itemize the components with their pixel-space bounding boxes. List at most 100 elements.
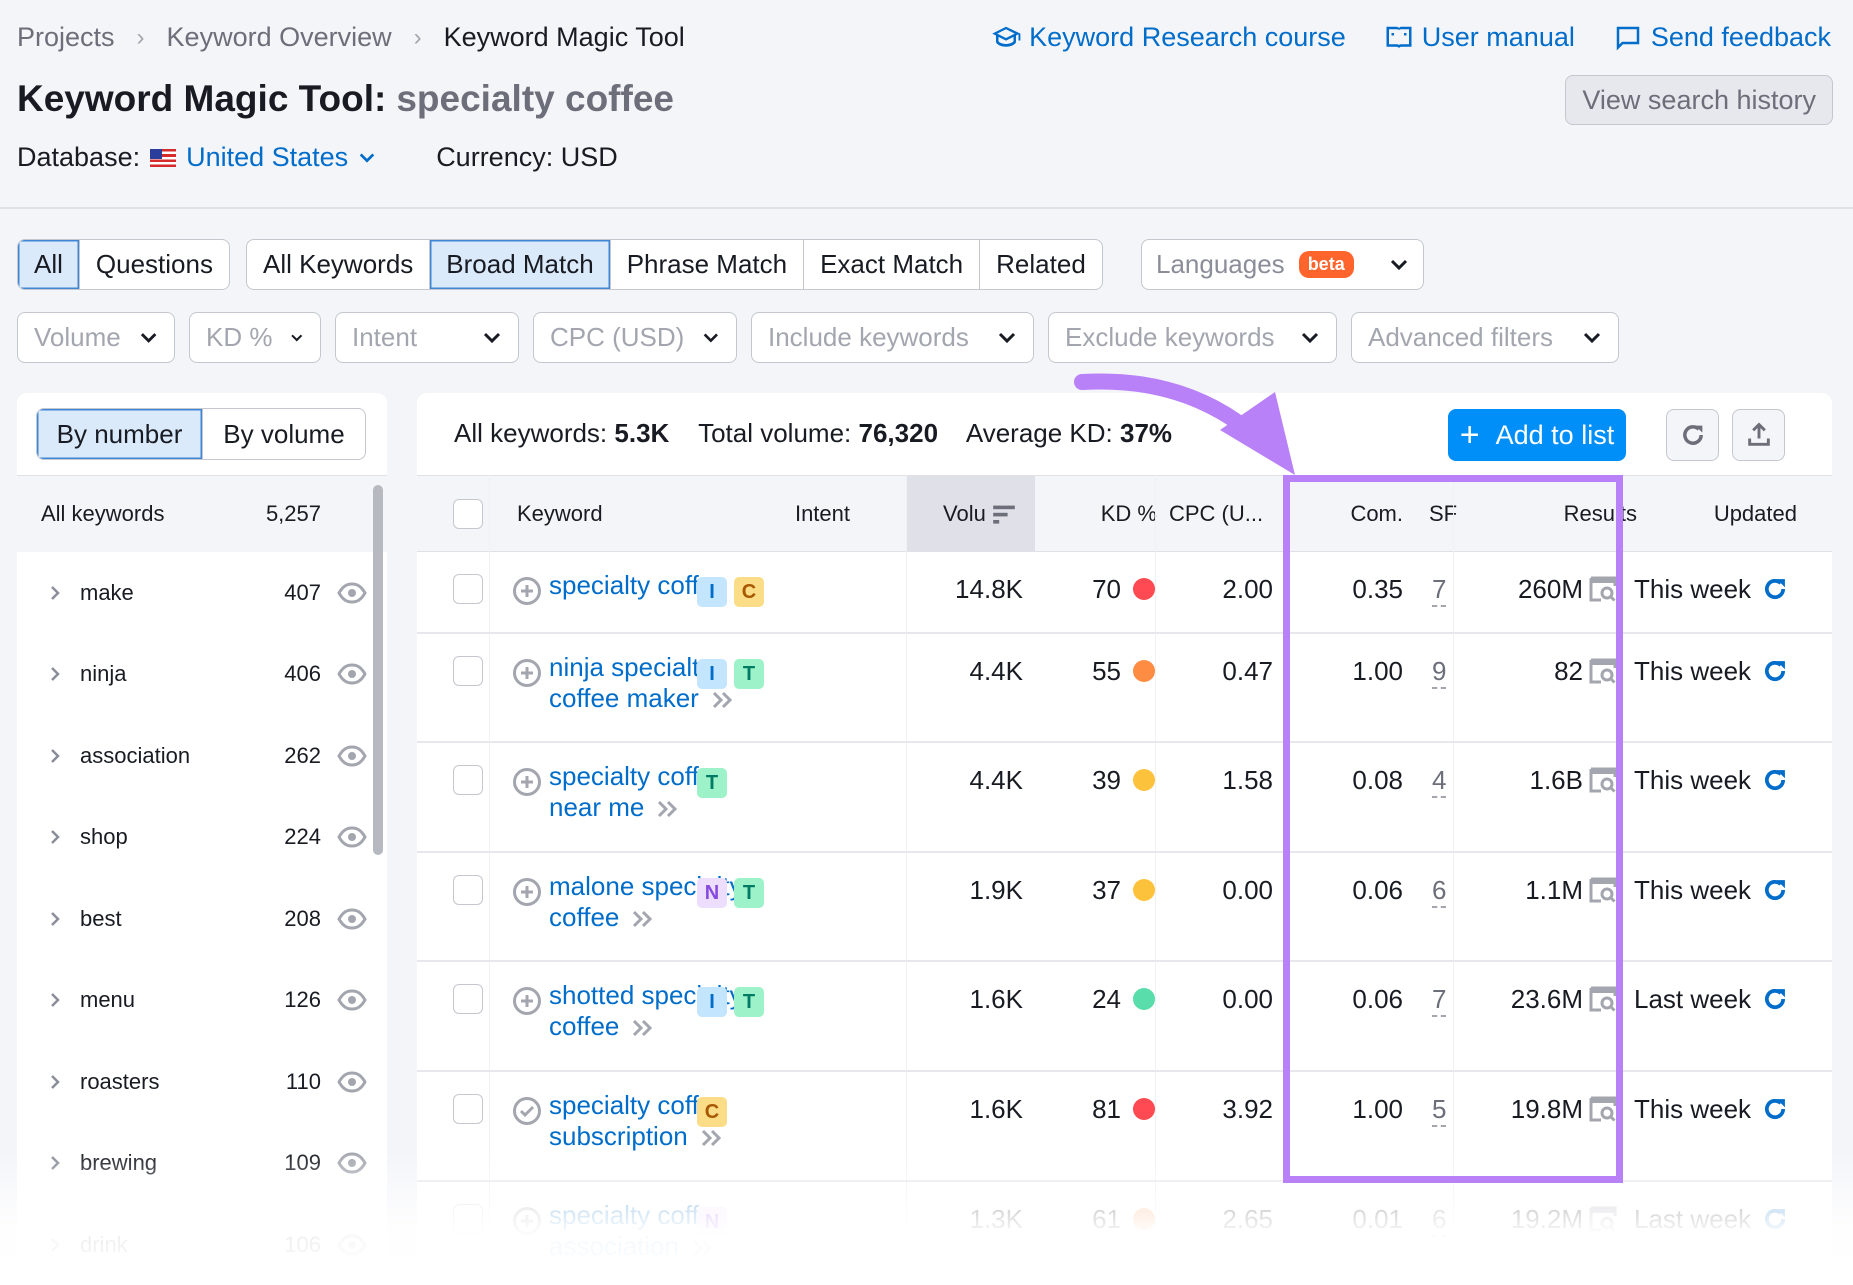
- languages-dropdown[interactable]: Languages beta: [1141, 239, 1424, 290]
- serp-preview-icon[interactable]: [1589, 658, 1617, 684]
- keyword-link[interactable]: specialty coffee subscription: [549, 1090, 779, 1152]
- serp-features-link[interactable]: 7: [1432, 984, 1447, 1017]
- added-check-icon[interactable]: [512, 1096, 542, 1126]
- serp-features-link[interactable]: 6: [1432, 875, 1447, 908]
- all-keywords-group[interactable]: All keywords 5,257: [17, 475, 387, 552]
- sidebar-group-item[interactable]: shop 224: [17, 797, 367, 878]
- tab-broad-match[interactable]: Broad Match: [430, 240, 611, 289]
- tab-all[interactable]: All: [18, 240, 80, 289]
- chevron-right-icon[interactable]: [47, 1237, 63, 1253]
- row-checkbox[interactable]: [453, 1094, 483, 1124]
- chevron-right-icon[interactable]: [47, 748, 63, 764]
- kd-filter[interactable]: KD %: [189, 312, 321, 363]
- serp-preview-icon[interactable]: [1589, 1096, 1617, 1122]
- update-refresh-icon[interactable]: [1761, 1095, 1789, 1123]
- tab-related[interactable]: Related: [980, 240, 1102, 289]
- double-chevron-icon[interactable]: [700, 1128, 724, 1148]
- chevron-down-icon[interactable]: [358, 149, 376, 167]
- user-manual-link[interactable]: User manual: [1384, 22, 1575, 53]
- sidebar-group-item[interactable]: roasters 110: [17, 1041, 367, 1122]
- column-kd[interactable]: KD %: [1037, 476, 1157, 551]
- tab-phrase-match[interactable]: Phrase Match: [611, 240, 805, 289]
- column-competition[interactable]: Com.: [1287, 476, 1403, 551]
- sidebar-scrollbar[interactable]: [373, 485, 383, 855]
- exclude-keywords-filter[interactable]: Exclude keywords: [1048, 312, 1337, 363]
- eye-icon[interactable]: [337, 826, 367, 848]
- eye-icon[interactable]: [337, 1233, 367, 1256]
- eye-icon[interactable]: [337, 581, 367, 604]
- add-keyword-icon[interactable]: [512, 1206, 542, 1236]
- keyword-link[interactable]: specialty coffee association: [549, 1200, 779, 1262]
- double-chevron-icon[interactable]: [711, 690, 735, 710]
- chevron-right-icon[interactable]: [47, 666, 63, 682]
- export-button[interactable]: [1732, 409, 1785, 461]
- sidebar-group-item[interactable]: ninja 406: [17, 634, 367, 715]
- serp-features-link[interactable]: 9: [1432, 656, 1447, 689]
- sidebar-group-item[interactable]: drink 106: [17, 1204, 367, 1285]
- sidebar-group-item[interactable]: association 262: [17, 715, 367, 796]
- add-keyword-icon[interactable]: [512, 767, 542, 797]
- eye-icon[interactable]: [337, 744, 367, 767]
- refresh-button[interactable]: [1666, 409, 1719, 461]
- tab-exact-match[interactable]: Exact Match: [804, 240, 981, 289]
- column-updated[interactable]: Updated: [1627, 476, 1797, 551]
- breadcrumb-projects[interactable]: Projects: [17, 22, 115, 53]
- serp-preview-icon[interactable]: [1589, 576, 1617, 602]
- add-keyword-icon[interactable]: [512, 576, 542, 606]
- double-chevron-icon[interactable]: [656, 799, 680, 819]
- intent-filter[interactable]: Intent: [335, 312, 519, 363]
- sidebar-group-item[interactable]: best 208: [17, 878, 367, 959]
- update-refresh-icon[interactable]: [1761, 657, 1789, 685]
- row-checkbox[interactable]: [453, 765, 483, 795]
- serp-features-link[interactable]: 7: [1432, 574, 1447, 607]
- column-keyword[interactable]: Keyword: [517, 476, 603, 551]
- cpc-filter[interactable]: CPC (USD): [533, 312, 737, 363]
- sidebar-group-item[interactable]: brewing 109: [17, 1123, 367, 1204]
- double-chevron-icon[interactable]: [631, 909, 655, 929]
- column-intent[interactable]: Intent: [700, 476, 850, 551]
- update-refresh-icon[interactable]: [1761, 575, 1789, 603]
- add-to-list-button[interactable]: + Add to list: [1448, 409, 1626, 461]
- database-dropdown[interactable]: United States: [186, 142, 348, 173]
- serp-preview-icon[interactable]: [1589, 986, 1617, 1012]
- eye-icon[interactable]: [337, 1070, 367, 1093]
- row-checkbox[interactable]: [453, 574, 483, 604]
- eye-icon[interactable]: [337, 1152, 367, 1174]
- include-keywords-filter[interactable]: Include keywords: [751, 312, 1034, 363]
- tab-questions[interactable]: Questions: [80, 240, 229, 289]
- chevron-right-icon[interactable]: [47, 992, 63, 1008]
- update-refresh-icon[interactable]: [1761, 876, 1789, 904]
- eye-icon[interactable]: [337, 989, 367, 1011]
- chevron-right-icon[interactable]: [47, 829, 63, 845]
- chevron-right-icon[interactable]: [47, 911, 63, 927]
- update-refresh-icon[interactable]: [1761, 985, 1789, 1013]
- advanced-filters[interactable]: Advanced filters: [1351, 312, 1619, 363]
- keyword-link[interactable]: specialty coffee near me: [549, 761, 779, 823]
- serp-preview-icon[interactable]: [1589, 877, 1617, 903]
- sidebar-group-item[interactable]: make 407: [17, 552, 367, 633]
- row-checkbox[interactable]: [453, 1204, 483, 1234]
- double-chevron-icon[interactable]: [631, 1018, 655, 1038]
- by-number-toggle[interactable]: By number: [37, 409, 203, 459]
- chevron-right-icon[interactable]: [47, 1155, 63, 1171]
- by-volume-toggle[interactable]: By volume: [203, 409, 365, 459]
- view-search-history-button[interactable]: View search history: [1565, 75, 1833, 125]
- serp-features-link[interactable]: 5: [1432, 1094, 1447, 1127]
- serp-preview-icon[interactable]: [1589, 1206, 1617, 1232]
- breadcrumb-keyword-overview[interactable]: Keyword Overview: [167, 22, 392, 53]
- eye-icon[interactable]: [337, 663, 367, 685]
- chevron-right-icon[interactable]: [47, 585, 63, 601]
- add-keyword-icon[interactable]: [512, 986, 542, 1016]
- select-all-checkbox[interactable]: [453, 498, 483, 529]
- serp-preview-icon[interactable]: [1589, 767, 1617, 793]
- tab-all-keywords[interactable]: All Keywords: [247, 240, 431, 289]
- column-cpc[interactable]: CPC (U...: [1169, 476, 1263, 551]
- sidebar-group-item[interactable]: menu 126: [17, 960, 367, 1041]
- row-checkbox[interactable]: [453, 875, 483, 905]
- column-volume[interactable]: Volu: [943, 476, 1016, 551]
- row-checkbox[interactable]: [453, 984, 483, 1014]
- add-keyword-icon[interactable]: [512, 877, 542, 907]
- eye-icon[interactable]: [337, 907, 367, 930]
- add-keyword-icon[interactable]: [512, 658, 542, 688]
- column-results[interactable]: Results: [1457, 476, 1637, 551]
